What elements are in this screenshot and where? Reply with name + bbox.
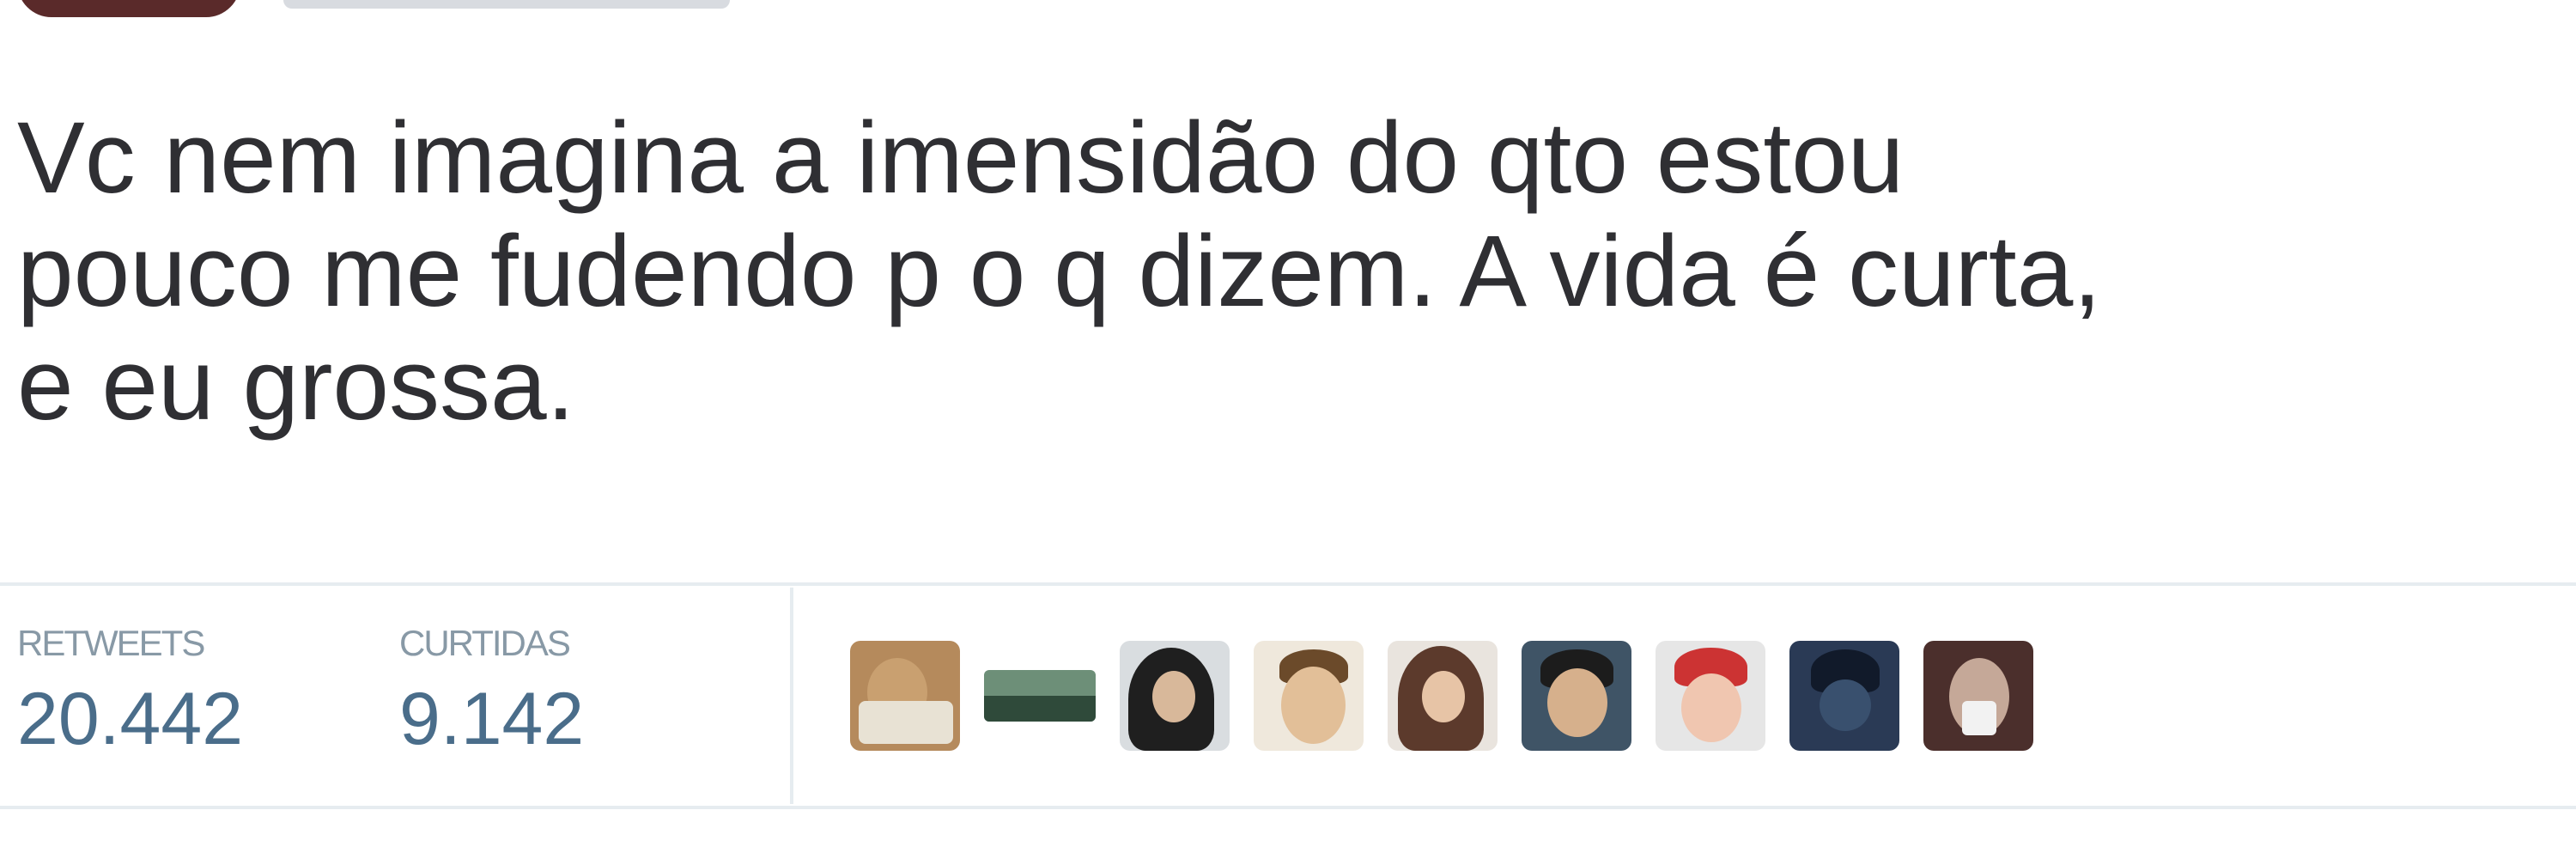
liker-avatar[interactable] [850, 641, 960, 751]
liker-avatar[interactable] [1120, 641, 1230, 751]
liker-avatar[interactable] [984, 670, 1096, 722]
likes-stat[interactable]: CURTIDAS 9.142 [399, 623, 584, 758]
likes-count: 9.142 [399, 678, 585, 760]
tweet-text-line: Vc nem imagina a imensidão do qto estou [17, 101, 1905, 215]
liker-avatar[interactable] [1254, 641, 1364, 751]
author-avatar[interactable] [17, 0, 240, 17]
retweets-label: RETWEETS [17, 623, 205, 663]
divider [0, 806, 2576, 809]
liker-avatar[interactable] [1388, 641, 1498, 751]
stats-divider [790, 588, 793, 804]
liker-avatar[interactable] [1522, 641, 1631, 751]
liker-avatar[interactable] [1923, 641, 2033, 751]
retweets-stat[interactable]: RETWEETS 20.442 [17, 623, 243, 758]
liker-avatar[interactable] [1789, 641, 1899, 751]
liker-avatars [850, 640, 2057, 752]
likes-label: CURTIDAS [399, 623, 571, 663]
liker-avatar[interactable] [1656, 641, 1765, 751]
divider [0, 582, 2576, 586]
retweets-count: 20.442 [17, 678, 244, 760]
tweet-text-line: pouco me fudendo p o q dizem. A vida é c… [17, 215, 2102, 328]
tweet-text: Vc nem imagina a imensidão do qto estou … [17, 101, 2559, 442]
author-handle[interactable] [283, 0, 730, 9]
tweet-text-line: e eu grossa. [17, 328, 575, 442]
